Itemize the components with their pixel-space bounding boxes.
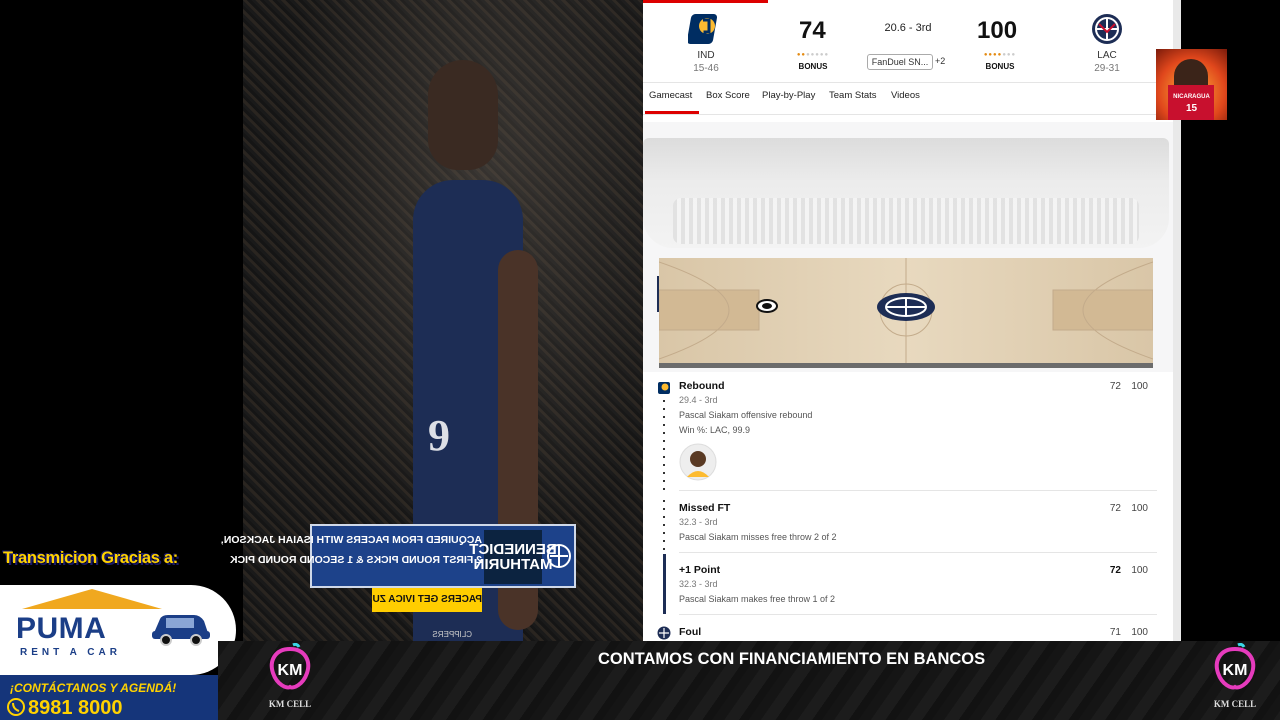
km-cell-label: KM CELL [268, 699, 312, 709]
ind-logo-icon[interactable] [688, 12, 722, 46]
home-team-abbr: IND [697, 50, 715, 61]
play-item[interactable]: +1 Point [679, 564, 720, 576]
lower-third-player-name: BENNEDICT MATHURIN [469, 530, 557, 584]
svg-text:KM: KM [1223, 662, 1248, 679]
away-bonus: BONUS [985, 62, 1015, 71]
scoreboard: IND 15-46 74 ●●●●●●● BONUS 20.6 - 3rd Fa… [643, 0, 1173, 83]
play-by-play-list: Rebound 72 100 29.4 - 3rd Pascal Siakam … [655, 380, 1175, 641]
broadcast-lower-third: ACQUIRED FROM PACERS WITH ISAIAH JACKSON… [220, 524, 576, 588]
win-probability: Win %: LAC, 99.9 [679, 425, 751, 435]
tab-videos[interactable]: Videos [891, 90, 920, 101]
lower-third-ticker: PACERS GET IVICA ZUBAC & KOBE BROWN [372, 588, 482, 612]
center-court-logo-icon [877, 293, 935, 321]
tab-box-score[interactable]: Box Score [706, 90, 750, 101]
lower-third-line-1: ACQUIRED FROM PACERS WITH ISAIAH JACKSON… [220, 534, 482, 546]
play-title: Foul [679, 626, 702, 638]
tab-gamecast[interactable]: Gamecast [649, 90, 692, 101]
km-cell-label: KM CELL [1213, 699, 1257, 709]
divider [679, 552, 1157, 553]
sponsor-card: PUMA RENT A CAR [0, 585, 236, 675]
gamecast-tabs: Gamecast Box Score Play-by-Play Team Sta… [643, 84, 1173, 115]
sponsor-brand-sub: RENT A CAR [20, 647, 121, 658]
bottom-banner: KM KM CELL CONTAMOS CON FINANCIAMIENTO E… [218, 641, 1280, 720]
gamecast-panel: IND 15-46 74 ●●●●●●● BONUS 20.6 - 3rd Fa… [643, 0, 1181, 641]
play-title: Missed FT [679, 502, 731, 514]
home-team-record: 15-46 [693, 63, 719, 74]
player-headshot-avatar[interactable] [679, 443, 717, 481]
clippers-logo-icon [547, 544, 571, 568]
svg-text:KM: KM [278, 662, 303, 679]
sponsor-brand: PUMA [16, 612, 107, 645]
whatsapp-icon [7, 698, 25, 716]
contact-cta: ¡CONTÁCTANOS Y AGENDÁ! [10, 681, 177, 695]
jersey-number: 9 [428, 411, 450, 460]
active-indicator [643, 0, 768, 3]
lower-third-small-text: CLIPPERS [432, 630, 472, 639]
contact-phone: 8981 8000 [28, 697, 123, 719]
lower-third-line-2: 2 FIRST ROUND PICKS & 1 SECOND ROUND PIC… [229, 554, 482, 566]
home-score: 74 [799, 17, 826, 44]
avatar-jersey-text: NICARAGUA [1173, 94, 1210, 100]
play-time: 29.4 - 3rd [679, 395, 718, 405]
play-score-lac: 100 [1131, 565, 1148, 576]
car-icon [152, 615, 210, 646]
play-score-lac: 100 [1131, 627, 1148, 638]
lac-logo-icon [657, 626, 671, 640]
play-title: Rebound [679, 380, 725, 392]
lac-logo-icon[interactable] [1090, 12, 1124, 46]
sponsor-heading: Transmicion Gracias a: [3, 549, 178, 567]
timeline-track [663, 500, 665, 550]
play-description: Pascal Siakam makes free throw 1 of 2 [679, 594, 836, 604]
away-score: 100 [977, 17, 1018, 44]
play-description: Pascal Siakam offensive rebound [679, 410, 813, 420]
play-score-lac: 100 [1131, 381, 1148, 392]
play-item[interactable]: Rebound [679, 380, 725, 392]
away-team-record: 29-31 [1094, 63, 1120, 74]
arena-stands [643, 138, 1169, 248]
away-timeouts: ●●●●●●● [983, 52, 1017, 58]
sponsor-contact: ¡CONTÁCTANOS Y AGENDÁ! 8981 8000 [0, 675, 218, 720]
court-visualization [643, 122, 1181, 372]
streamer-avatar: NICARAGUA 15 [1156, 49, 1227, 120]
play-time: 32.3 - 3rd [679, 579, 718, 589]
more-networks[interactable]: +2 [935, 56, 945, 66]
play-description: Pascal Siakam misses free throw 2 of 2 [679, 532, 837, 542]
banner-text: CONTAMOS CON FINANCIAMIENTO EN BANCOS [598, 650, 986, 668]
active-tab-underline [645, 111, 699, 114]
puma-roof-logo [22, 589, 162, 609]
avatar-jersey-number: 15 [1185, 103, 1198, 114]
km-cell-logo-icon: KM [1214, 643, 1256, 690]
timeline-track [663, 400, 665, 496]
play-score-lac: 100 [1131, 503, 1148, 514]
shot-location-marker [756, 299, 778, 313]
tab-play-by-play[interactable]: Play-by-Play [762, 90, 815, 101]
km-cell-logo-right: KM KM CELL [1203, 643, 1267, 713]
tab-team-stats[interactable]: Team Stats [829, 90, 877, 101]
home-bonus: BONUS [798, 62, 828, 71]
play-item[interactable]: Missed FT [679, 502, 730, 514]
play-title: +1 Point [679, 564, 721, 576]
divider [679, 614, 1157, 615]
play-time: 32.3 - 3rd [679, 517, 718, 527]
divider [679, 490, 1157, 491]
km-cell-logo-icon: KM [269, 643, 311, 690]
home-timeouts: ●●●●●●● [796, 52, 830, 58]
km-cell-logo-left: KM KM CELL [258, 643, 322, 713]
scoring-play-indicator [663, 554, 666, 614]
arena-seats [673, 198, 1139, 244]
tv-network-button[interactable]: FanDuel SN... [867, 54, 933, 70]
ind-logo-icon [658, 382, 670, 394]
away-team-abbr: LAC [1097, 50, 1117, 61]
player-head [428, 60, 498, 170]
game-clock: 20.6 - 3rd [884, 22, 932, 34]
play-item[interactable]: Foul [679, 626, 701, 638]
